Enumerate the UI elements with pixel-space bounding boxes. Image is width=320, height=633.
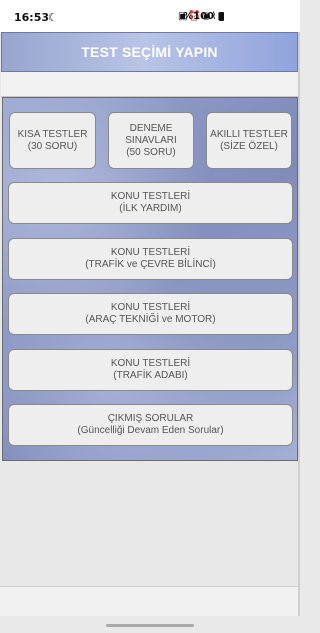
right-edge-divider — [298, 32, 300, 616]
topic-vehicle-motor-subtitle: (ARAÇ TEKNİĞİ ve MOTOR) — [85, 314, 216, 325]
topic-traffic-environment-label: KONU TESTLERİ — [110, 247, 191, 258]
status-bar: 16:53 ☾ ▣⏰◉⌇▮ %100 — [0, 0, 300, 32]
topic-traffic-environment-button[interactable]: KONU TESTLERİ (TRAFİK ve ÇEVRE BİLİNCİ) — [8, 238, 293, 280]
topic-traffic-etiquette-label: KONU TESTLERİ — [110, 358, 191, 369]
topic-first-aid-subtitle: (İLK YARDIM) — [119, 203, 182, 214]
mock-exams-subtitle: (50 SORU) — [126, 146, 176, 158]
short-tests-label: KISA TESTLER — [17, 128, 88, 140]
lower-empty-area — [0, 461, 300, 586]
short-tests-button[interactable]: KISA TESTLER (30 SORU) — [9, 112, 96, 169]
topic-traffic-etiquette-button[interactable]: KONU TESTLERİ (TRAFİK ADABI) — [8, 349, 293, 391]
battery-icon — [219, 12, 224, 21]
smart-tests-label: AKILLI TESTLER — [210, 128, 288, 140]
topic-traffic-environment-subtitle: (TRAFİK ve ÇEVRE BİLİNCİ) — [85, 259, 216, 270]
topic-first-aid-label: KONU TESTLERİ — [110, 191, 191, 202]
battery-percent: %100 — [183, 11, 214, 22]
short-tests-subtitle: (30 SORU) — [27, 140, 78, 152]
bottom-bar — [0, 586, 300, 616]
topic-vehicle-motor-label: KONU TESTLERİ — [110, 302, 191, 313]
top-empty-strip — [1, 72, 298, 97]
home-gesture-handle[interactable] — [106, 624, 194, 627]
title-bar: TEST SEÇİMİ YAPIN — [1, 32, 298, 72]
status-time: 16:53 — [14, 11, 50, 24]
smart-tests-button[interactable]: AKILLI TESTLER (SİZE ÖZEL) — [206, 112, 292, 169]
mock-exams-label-line-2: SINAVLARI — [125, 134, 177, 146]
topic-first-aid-button[interactable]: KONU TESTLERİ (İLK YARDIM) — [8, 182, 293, 224]
past-questions-button[interactable]: ÇIKMIŞ SORULAR (Güncelliği Devam Eden So… — [8, 404, 293, 446]
past-questions-label: ÇIKMIŞ SORULAR — [107, 413, 194, 424]
topic-vehicle-motor-button[interactable]: KONU TESTLERİ (ARAÇ TEKNİĞİ ve MOTOR) — [8, 293, 293, 335]
navigation-area — [0, 616, 300, 633]
past-questions-subtitle: (Güncelliği Devam Eden Sorular) — [77, 425, 224, 436]
mock-exams-button[interactable]: DENEME SINAVLARI (50 SORU) — [108, 112, 194, 169]
smart-tests-subtitle: (SİZE ÖZEL) — [220, 140, 278, 152]
topic-traffic-etiquette-subtitle: (TRAFİK ADABI) — [113, 370, 188, 381]
page-title: TEST SEÇİMİ YAPIN — [81, 44, 218, 60]
test-selection-panel: KISA TESTLER (30 SORU) DENEME SINAVLARI … — [2, 97, 298, 461]
moon-icon: ☾ — [48, 11, 58, 24]
mock-exams-label-line-1: DENEME — [129, 122, 173, 134]
